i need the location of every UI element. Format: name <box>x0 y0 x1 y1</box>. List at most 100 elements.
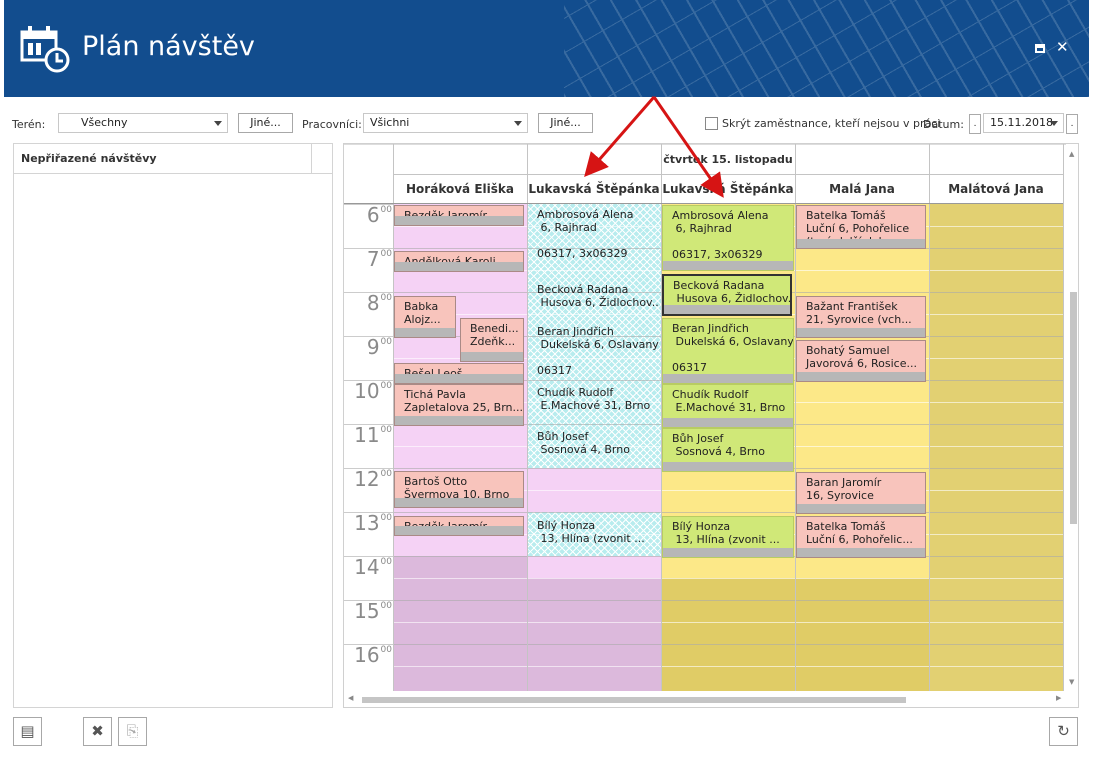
slot-line <box>929 314 1063 315</box>
teren-other-button[interactable]: Jiné... <box>238 113 293 133</box>
hour-line <box>344 336 393 337</box>
appointment-card[interactable]: Batelka Tomáš Luční 6, Pohořelice (trvá … <box>796 205 926 249</box>
minute-text: 00 <box>380 425 392 435</box>
pracovnici-select[interactable]: Všichni <box>363 113 528 133</box>
minute-text: 00 <box>380 645 392 655</box>
hour-line <box>344 380 393 381</box>
column-header-1[interactable]: Horáková Eliška <box>393 175 527 203</box>
slot-line <box>393 512 527 513</box>
appointment-card[interactable]: Beran Jindřich Dukelská 6, Oslavany 0631… <box>662 318 794 384</box>
tools-icon[interactable]: ✖ <box>83 717 112 746</box>
refresh-icon[interactable]: ↻ <box>1049 717 1078 746</box>
appointment-status-bar <box>395 262 523 271</box>
vertical-scroll-thumb[interactable] <box>1070 292 1077 524</box>
appointment-card[interactable]: Bartoš Otto Švermova 10, Brno 06317, 3x0… <box>394 471 524 508</box>
slot-line <box>527 644 661 645</box>
hour-text: 16 <box>354 643 380 667</box>
date-picker[interactable]: 15.11.2018 <box>983 113 1064 133</box>
appointment-status-bar <box>395 374 523 383</box>
column-header-3[interactable]: Lukavská Štěpánka <box>661 175 795 203</box>
slot-line <box>929 666 1063 667</box>
slot-line <box>393 622 527 623</box>
slot-line <box>393 666 527 667</box>
appointment-card[interactable]: Beran Jindřich Dukelská 6, Oslavany 0631… <box>528 322 660 382</box>
appointment-card[interactable]: Bešel Leoš... <box>394 363 524 384</box>
appointment-card[interactable]: Bezděk Jaromír... <box>394 205 524 226</box>
scroll-up-icon[interactable]: ▲ <box>1069 150 1074 158</box>
hour-line <box>344 512 393 513</box>
slot-line <box>393 226 527 227</box>
slot-line <box>661 512 795 513</box>
appointment-card[interactable]: Becková Radana Husova 6, Židlochov... <box>528 280 660 320</box>
hour-text: 15 <box>354 599 380 623</box>
close-icon[interactable]: ✕ <box>1056 38 1069 56</box>
appointment-card[interactable]: Batelka Tomáš Luční 6, Pohořelic... <box>796 516 926 558</box>
appointment-card[interactable]: Andělková Karoli... <box>394 251 524 272</box>
column-3-background <box>661 578 795 691</box>
time-label-7: 700 <box>344 247 392 271</box>
appointment-card[interactable]: Bezděk Jaromír... <box>394 516 524 536</box>
hide-absent-checkbox[interactable] <box>705 117 718 130</box>
appointment-card[interactable]: Babka Alojz... <box>394 296 456 338</box>
slot-line <box>393 600 527 601</box>
appointment-card[interactable]: Benedi... Zdeňk... <box>460 318 524 362</box>
minute-text: 00 <box>380 337 392 347</box>
minute-text: 00 <box>380 469 392 479</box>
hour-text: 12 <box>354 467 380 491</box>
slot-line <box>393 468 527 469</box>
hour-line <box>344 424 393 425</box>
slot-line <box>393 292 527 293</box>
appointment-text: Becková Radana Husova 6, Židlochov... <box>673 279 792 305</box>
appointment-text: Bílý Honza 13, Hlína (zvonit ... <box>672 520 780 546</box>
column-header-5[interactable]: Malátová Jana <box>929 175 1063 203</box>
schedule-grid[interactable]: čtvrtek 15. listopadu ▲ ▼ ◀ ▶ Horáková E… <box>343 143 1079 708</box>
appointment-card[interactable]: Bůh Josef Sosnová 4, Brno 06315 <box>528 427 660 471</box>
time-label-16: 1600 <box>344 643 392 667</box>
hour-line <box>344 248 393 249</box>
slot-line <box>527 622 661 623</box>
appointment-card[interactable]: Baran Jaromír 16, Syrovice 06315, 06320 <box>796 472 926 514</box>
appointment-card[interactable]: Bohatý Samuel Javorová 6, Rosice... <box>796 340 926 382</box>
pracovnici-other-button[interactable]: Jiné... <box>538 113 593 133</box>
column-2-background <box>527 578 661 691</box>
print-icon[interactable]: ▤ <box>13 717 42 746</box>
appointment-card[interactable]: Bůh Josef Sosnová 4, Brno 06315 <box>662 428 794 472</box>
horizontal-scrollbar[interactable]: ◀ ▶ <box>344 693 1066 705</box>
appointment-card[interactable]: Becková Radana Husova 6, Židlochov... <box>662 274 792 316</box>
slot-line <box>661 666 795 667</box>
horizontal-scroll-thumb[interactable] <box>362 697 906 703</box>
column-header-2[interactable]: Lukavská Štěpánka <box>527 175 661 203</box>
scroll-down-icon[interactable]: ▼ <box>1069 678 1074 686</box>
column-1-background <box>393 556 527 691</box>
appointment-card[interactable]: Bílý Honza 13, Hlína (zvonit ... <box>662 516 794 558</box>
time-label-11: 1100 <box>344 423 392 447</box>
slot-line <box>393 644 527 645</box>
unassigned-visits-panel[interactable]: Nepřiřazené návštěvy <box>13 143 333 708</box>
maximize-icon[interactable] <box>1035 44 1045 53</box>
window-title: Plán návštěv <box>82 31 255 62</box>
appointment-text: Becková Radana Husova 6, Židlochov... <box>537 283 660 309</box>
column-header-4[interactable]: Malá Jana <box>795 175 929 203</box>
slot-line <box>929 446 1063 447</box>
export-icon[interactable]: ⎘ <box>118 717 147 746</box>
appointment-card[interactable]: Bílý Honza 13, Hlína (zvonit ... <box>528 516 660 556</box>
vertical-scrollbar[interactable]: ▲ ▼ <box>1067 144 1078 691</box>
teren-select[interactable]: Všechny <box>58 113 228 133</box>
slot-line <box>929 578 1063 579</box>
slot-line <box>929 270 1063 271</box>
date-prev-button[interactable]: . <box>969 114 981 134</box>
appointment-card[interactable]: Chudík Rudolf E.Machové 31, Brno 06315, … <box>662 384 794 428</box>
appointment-card[interactable]: Bažant František 21, Syrovice (vch... <box>796 296 926 338</box>
column-5-background <box>929 204 1063 691</box>
slot-line <box>795 600 929 601</box>
hour-line <box>344 468 393 469</box>
appointment-text: Babka Alojz... <box>404 300 441 326</box>
slot-line <box>795 666 929 667</box>
chevron-down-icon <box>514 121 522 126</box>
date-next-button[interactable]: . <box>1066 114 1078 134</box>
scroll-right-icon[interactable]: ▶ <box>1056 694 1061 702</box>
appointment-card[interactable]: Chudík Rudolf E.Machové 31, Brno 06315, … <box>528 383 660 427</box>
appointment-card[interactable]: Ambrosová Alena 6, Rajhrad 06317, 3x0632… <box>662 205 794 271</box>
scroll-left-icon[interactable]: ◀ <box>348 694 353 702</box>
appointment-card[interactable]: Tichá Pavla Zapletalova 25, Brn... <box>394 384 524 426</box>
